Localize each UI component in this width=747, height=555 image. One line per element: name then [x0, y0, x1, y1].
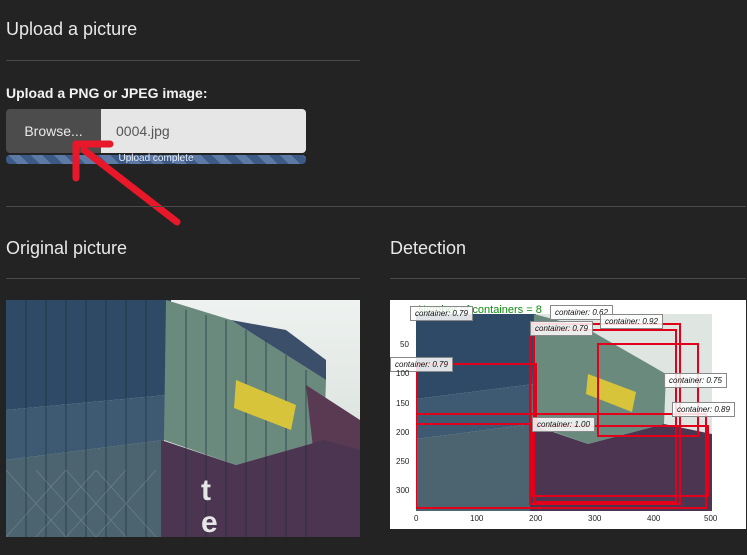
x-tick: 100 [470, 514, 484, 523]
svg-text:e: e [201, 506, 218, 537]
y-tick: 150 [396, 399, 410, 408]
detection-image [416, 314, 712, 511]
x-tick: 300 [588, 514, 602, 523]
y-tick: 100 [396, 369, 410, 378]
detection-label: container: 0.75 [664, 373, 727, 388]
y-tick: 300 [396, 486, 410, 495]
y-tick: 50 [400, 340, 409, 349]
x-tick: 200 [529, 514, 543, 523]
divider [390, 278, 746, 279]
x-tick: 400 [647, 514, 661, 523]
detection-label: container: 0.92 [600, 314, 663, 329]
detection-label: container: 0.79 [530, 321, 593, 336]
detection-label: container: 0.89 [672, 402, 735, 417]
detection-label: container: 1.00 [532, 417, 595, 432]
detection-label: container: 0.79 [410, 306, 473, 321]
upload-label: Upload a PNG or JPEG image: [6, 85, 208, 101]
divider [6, 60, 360, 61]
y-tick: 250 [396, 457, 410, 466]
x-tick: 0 [414, 514, 419, 523]
red-arrow-annotation [72, 140, 181, 226]
x-tick: 500 [704, 514, 718, 523]
detection-title: Detection [390, 238, 467, 258]
y-tick: 200 [396, 428, 410, 437]
divider [6, 206, 746, 207]
svg-text:t: t [201, 474, 211, 507]
original-container-photo: t e [6, 300, 360, 537]
divider [6, 278, 360, 279]
upload-title: Upload a picture [6, 19, 138, 39]
original-title: Original picture [6, 238, 128, 258]
detection-plot: Number of containers = 8 container: 0.79… [390, 300, 746, 529]
